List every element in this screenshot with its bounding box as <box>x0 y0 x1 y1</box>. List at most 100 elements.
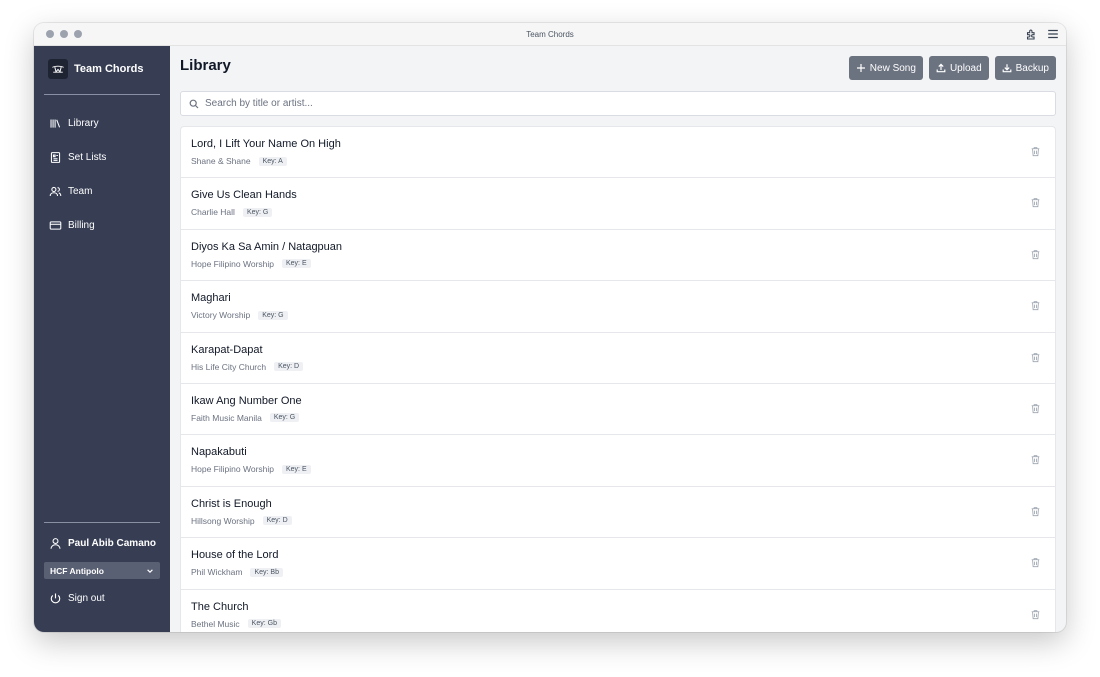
trash-icon <box>1031 198 1040 208</box>
song-artist: Phil Wickham <box>191 567 243 578</box>
search-input[interactable] <box>205 98 1055 109</box>
song-meta: Hope Filipino Worship Key: E <box>191 464 311 474</box>
sidebar: Team Chords Library Set Lists Team Billi… <box>34 46 170 632</box>
search-bar <box>180 91 1056 116</box>
song-meta: Shane & Shane Key: A <box>191 156 287 166</box>
trash-icon <box>1031 609 1040 619</box>
delete-song-button[interactable] <box>1030 506 1041 517</box>
sidebar-item-label: Set Lists <box>68 151 107 163</box>
song-artist: Victory Worship <box>191 310 251 321</box>
delete-song-button[interactable] <box>1030 197 1041 208</box>
song-title: House of the Lord <box>191 549 279 562</box>
sidebar-divider <box>44 522 160 523</box>
sidebar-divider <box>44 94 160 95</box>
sidebar-item-label: Billing <box>68 219 95 231</box>
song-row[interactable]: The Church Bethel Music Key: Gb <box>181 590 1055 632</box>
delete-song-button[interactable] <box>1030 352 1041 363</box>
song-row[interactable]: Ikaw Ang Number One Faith Music Manila K… <box>181 384 1055 436</box>
app-window: Team Chords Team Chords Library Set List… <box>34 23 1066 632</box>
sidebar-nav: Library Set Lists Team Billing <box>34 106 170 242</box>
delete-song-button[interactable] <box>1030 454 1041 465</box>
song-meta: Hillsong Worship Key: D <box>191 516 292 526</box>
song-meta: His Life City Church Key: D <box>191 362 304 372</box>
team-icon <box>49 186 62 196</box>
key-badge: Key: E <box>282 464 311 474</box>
upload-icon <box>936 63 946 73</box>
song-artist: Hope Filipino Worship <box>191 464 274 475</box>
title-bar: Team Chords <box>34 23 1066 46</box>
song-meta: Hope Filipino Worship Key: E <box>191 259 311 269</box>
sidebar-footer: Paul Abib Camano HCF Antipolo Sign out <box>34 522 170 632</box>
chevron-down-icon <box>147 568 153 573</box>
key-badge: Key: Gb <box>247 619 281 629</box>
song-list: Lord, I Lift Your Name On High Shane & S… <box>180 126 1056 632</box>
key-badge: Key: G <box>242 207 273 217</box>
song-artist: Hillsong Worship <box>191 515 255 526</box>
song-artist: Shane & Shane <box>191 156 251 166</box>
delete-song-button[interactable] <box>1030 249 1041 260</box>
song-artist: Faith Music Manila <box>191 412 262 423</box>
song-title: Christ is Enough <box>191 497 272 510</box>
delete-song-button[interactable] <box>1030 609 1041 620</box>
song-title: Karapat-Dapat <box>191 343 263 356</box>
download-icon <box>1002 64 1012 73</box>
song-title: Maghari <box>191 292 231 305</box>
upload-label: Upload <box>949 62 982 74</box>
delete-song-button[interactable] <box>1030 300 1041 311</box>
menu-icon[interactable] <box>1046 27 1060 41</box>
song-title: The Church <box>191 600 249 613</box>
song-row[interactable]: House of the Lord Phil Wickham Key: Bb <box>181 538 1055 590</box>
delete-song-button[interactable] <box>1030 146 1041 157</box>
brand-name: Team Chords <box>74 63 144 75</box>
song-title: Diyos Ka Sa Amin / Natagpuan <box>191 240 343 253</box>
plus-icon <box>856 64 865 72</box>
song-meta: Phil Wickham Key: Bb <box>191 567 283 577</box>
song-title: Lord, I Lift Your Name On High <box>191 138 341 150</box>
organization-select[interactable]: HCF Antipolo <box>44 562 160 579</box>
sidebar-item-team[interactable]: Team <box>34 174 170 208</box>
song-title: Ikaw Ang Number One <box>191 394 302 407</box>
brand[interactable]: Team Chords <box>48 59 143 79</box>
song-row[interactable]: Diyos Ka Sa Amin / Natagpuan Hope Filipi… <box>181 230 1055 282</box>
delete-song-button[interactable] <box>1030 403 1041 414</box>
key-badge: Key: E <box>282 259 311 269</box>
delete-song-button[interactable] <box>1030 557 1041 568</box>
sidebar-item-label: Team <box>68 185 93 197</box>
credit-card-icon <box>49 220 62 230</box>
sidebar-item-label: Library <box>68 117 99 129</box>
trash-icon <box>1031 301 1040 311</box>
song-meta: Bethel Music Key: Gb <box>191 619 281 629</box>
sign-out-button[interactable]: Sign out <box>49 592 105 605</box>
song-row[interactable]: Christ is Enough Hillsong Worship Key: D <box>181 487 1055 539</box>
main-content: Library New Song Upload Backup Lord, I L… <box>170 46 1066 632</box>
backup-button[interactable]: Backup <box>994 56 1056 80</box>
extension-icon[interactable] <box>1024 27 1038 41</box>
upload-button[interactable]: Upload <box>928 56 989 80</box>
song-artist: Bethel Music <box>191 618 240 629</box>
user-icon <box>50 538 61 549</box>
sidebar-item-billing[interactable]: Billing <box>34 208 170 242</box>
song-meta: Faith Music Manila Key: G <box>191 412 300 423</box>
song-row[interactable]: Maghari Victory Worship Key: G <box>181 281 1055 333</box>
song-title: Give Us Clean Hands <box>191 189 297 202</box>
new-song-button[interactable]: New Song <box>848 56 923 80</box>
key-badge: Key: G <box>258 310 288 320</box>
song-artist: Charlie Hall <box>191 207 235 218</box>
sign-out-label: Sign out <box>68 593 105 604</box>
library-icon <box>50 118 61 128</box>
new-song-label: New Song <box>869 62 916 74</box>
trash-icon <box>1031 404 1040 414</box>
song-row[interactable]: Lord, I Lift Your Name On High Shane & S… <box>181 127 1055 179</box>
search-icon <box>189 99 199 108</box>
sidebar-item-set-lists[interactable]: Set Lists <box>34 140 170 174</box>
backup-label: Backup <box>1015 62 1049 74</box>
song-row[interactable]: Give Us Clean Hands Charlie Hall Key: G <box>181 178 1055 230</box>
song-row[interactable]: Napakabuti Hope Filipino Worship Key: E <box>181 435 1055 487</box>
key-badge: Key: G <box>269 413 300 423</box>
song-row[interactable]: Karapat-Dapat His Life City Church Key: … <box>181 333 1055 384</box>
setlist-icon <box>50 151 61 163</box>
window-title: Team Chords <box>526 30 574 39</box>
user-profile[interactable]: Paul Abib Camano <box>49 537 156 550</box>
sidebar-item-library[interactable]: Library <box>34 106 170 140</box>
trash-icon <box>1031 558 1040 568</box>
